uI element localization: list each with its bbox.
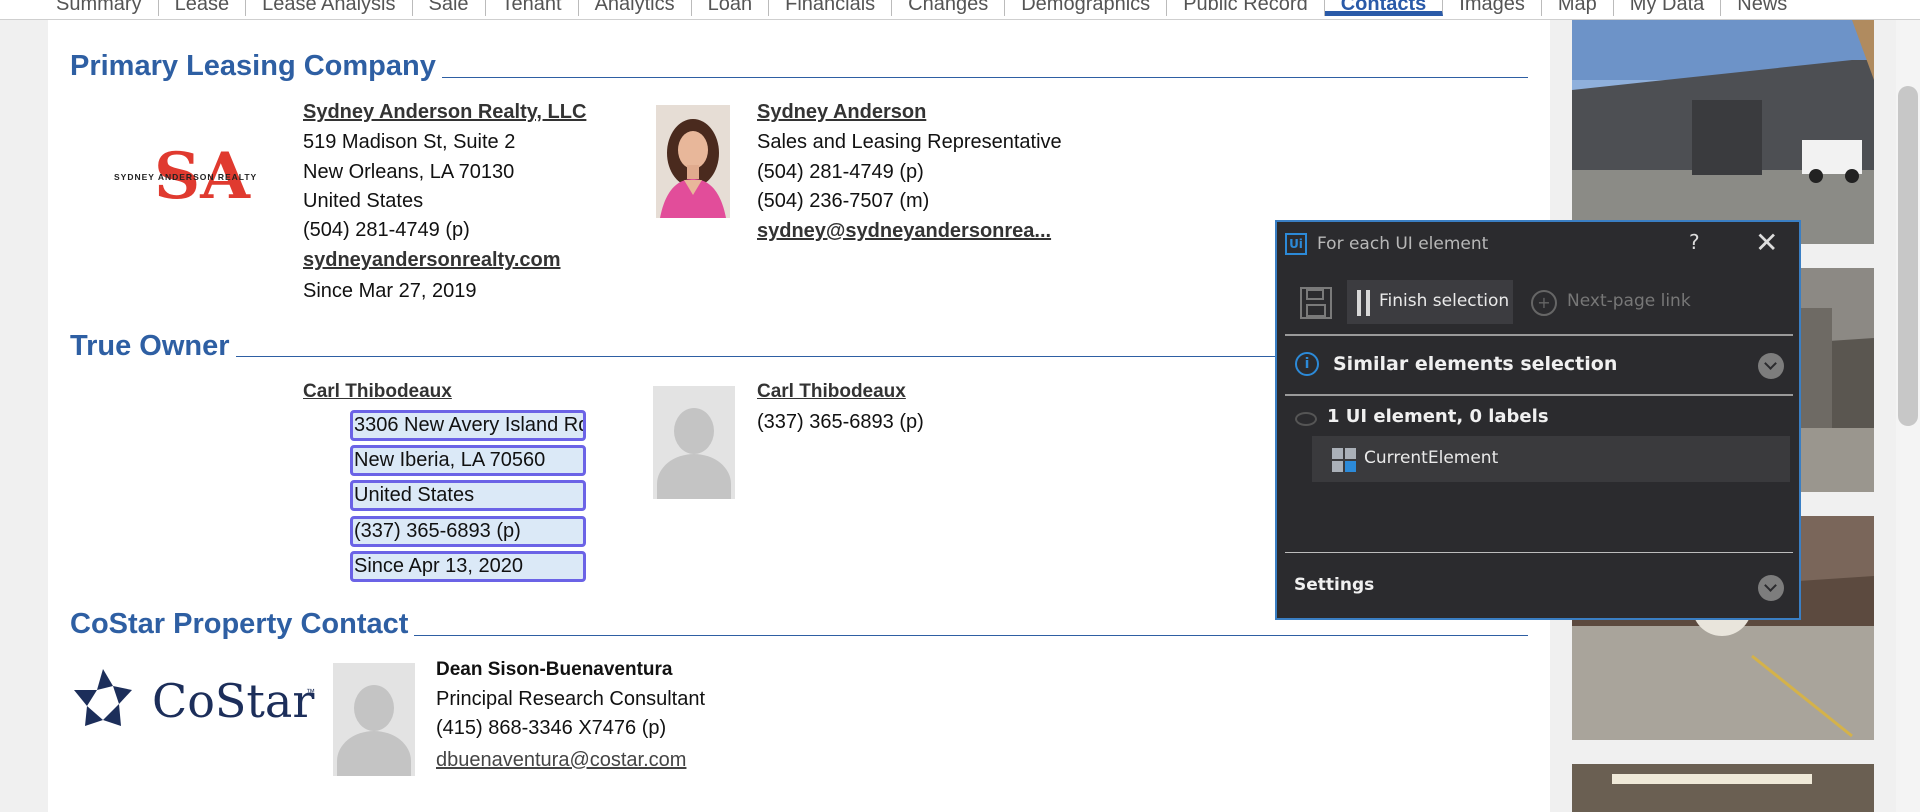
contact-phone-m: (504) 236-7507 (m): [757, 190, 930, 212]
uipath-logo-icon: Ui: [1285, 233, 1307, 255]
section-title-costar-contact: CoStar Property Contact: [70, 608, 409, 640]
dialog-title: For each UI element: [1317, 234, 1489, 254]
nav-tab[interactable]: Loan: [692, 0, 770, 16]
nav-tab[interactable]: Contacts: [1324, 0, 1444, 16]
help-icon[interactable]: ?: [1689, 230, 1700, 254]
nav-tab[interactable]: Changes: [892, 0, 1006, 16]
divider: [1285, 334, 1793, 336]
nav-tab[interactable]: Tenant: [486, 0, 579, 16]
placeholder-avatar: [333, 663, 415, 776]
owner-phone-highlight[interactable]: (337) 365-6893 (p): [350, 516, 586, 547]
section-rule: [414, 635, 1528, 636]
property-photo-4[interactable]: [1572, 764, 1874, 812]
contact-phone-p: (504) 281-4749 (p): [757, 161, 924, 183]
owner-address-1-highlight[interactable]: 3306 New Avery Island Rd: [350, 410, 586, 441]
company-address-1: 519 Madison St, Suite 2: [303, 131, 516, 153]
owner-since-highlight[interactable]: Since Apr 13, 2020: [350, 551, 586, 582]
nav-tab[interactable]: News: [1721, 0, 1803, 16]
section-title-true-owner: True Owner: [70, 330, 230, 362]
nav-tab[interactable]: Public Record: [1167, 0, 1325, 16]
costar-contact-role: Principal Research Consultant: [436, 688, 706, 710]
section-title-primary-leasing: Primary Leasing Company: [70, 50, 436, 82]
section-rule: [442, 77, 1528, 78]
section-rule: [236, 356, 1276, 357]
owner-contact-phone: (337) 365-6893 (p): [757, 411, 924, 433]
nav-tab[interactable]: Summary: [40, 0, 159, 16]
close-icon[interactable]: ✕: [1755, 226, 1778, 259]
divider: [1285, 394, 1793, 396]
nav-tab[interactable]: Map: [1542, 0, 1614, 16]
contact-photo-sydney: [656, 105, 730, 218]
divider: [1285, 552, 1793, 553]
nav-tab[interactable]: Analytics: [579, 0, 692, 16]
element-count-label: 1 UI element, 0 labels: [1327, 406, 1549, 427]
svg-text:SYDNEY ANDERSON REALTY: SYDNEY ANDERSON REALTY: [114, 172, 257, 182]
costar-contact-phone: (415) 868-3346 X7476 (p): [436, 717, 667, 739]
finish-selection-label: Finish selection: [1379, 291, 1510, 311]
svg-text:™: ™: [306, 687, 315, 697]
company-name-link[interactable]: Sydney Anderson Realty, LLC: [303, 101, 586, 123]
nav-tab[interactable]: Sale: [413, 0, 486, 16]
owner-country-highlight[interactable]: United States: [350, 480, 586, 511]
costar-contact-name: Dean Sison-Buenaventura: [436, 659, 673, 680]
similar-elements-heading: Similar elements selection: [1333, 353, 1618, 375]
chevron-down-icon[interactable]: [1758, 575, 1784, 601]
company-address-2: New Orleans, LA 70130: [303, 161, 515, 183]
property-photo-1[interactable]: [1572, 20, 1874, 244]
owner-address-2-highlight[interactable]: New Iberia, LA 70560: [350, 445, 586, 476]
eye-icon[interactable]: [1295, 412, 1317, 426]
contact-name-link[interactable]: Sydney Anderson: [757, 101, 926, 123]
page-scrollbar-thumb[interactable]: [1898, 86, 1918, 426]
finish-selection-button[interactable]: Finish selection: [1347, 280, 1513, 324]
costar-logo: CoStar ™: [70, 665, 320, 735]
pause-icon: [1357, 290, 1371, 316]
settings-label: Settings: [1294, 575, 1375, 595]
nav-tab[interactable]: Financials: [769, 0, 893, 16]
contact-title: Sales and Leasing Representative: [757, 131, 1062, 153]
top-nav: Summary Lease Lease Analysis Sale Tenant Anal…: [0, 0, 1920, 20]
svg-text:CoStar: CoStar: [152, 674, 314, 728]
company-country: United States: [303, 190, 424, 212]
owner-contact-name-link[interactable]: Carl Thibodeaux: [757, 381, 906, 402]
costar-contact-email-link[interactable]: dbuenaventura@costar.com: [436, 749, 686, 771]
nav-tab[interactable]: Demographics: [1005, 0, 1168, 16]
next-page-link-label: Next-page link: [1567, 291, 1691, 311]
company-website-link[interactable]: sydneyandersonrealty.com: [303, 249, 561, 271]
for-each-ui-element-dialog: Ui For each UI element ? ✕ Finish select…: [1275, 220, 1801, 620]
nav-tab[interactable]: Images: [1443, 0, 1542, 16]
info-icon: i: [1295, 352, 1319, 376]
current-element-label: CurrentElement: [1364, 448, 1499, 468]
save-icon[interactable]: [1299, 286, 1333, 320]
nav-tab[interactable]: My Data: [1614, 0, 1722, 16]
nav-tabs: Summary Lease Lease Analysis Sale Tenant Anal…: [40, 0, 1803, 16]
owner-name-link[interactable]: Carl Thibodeaux: [303, 381, 452, 402]
element-grid-icon: [1332, 448, 1356, 472]
contact-email-link[interactable]: sydney@sydneyandersonrea...: [757, 220, 1051, 242]
nav-tab[interactable]: Lease Analysis: [246, 0, 413, 16]
chevron-down-icon[interactable]: [1758, 353, 1784, 379]
company-since: Since Mar 27, 2019: [303, 280, 477, 302]
current-element-item[interactable]: CurrentElement: [1312, 436, 1790, 482]
company-phone: (504) 281-4749 (p): [303, 219, 470, 241]
placeholder-avatar: [653, 386, 735, 499]
nav-tab[interactable]: Lease: [159, 0, 247, 16]
sydney-anderson-logo: SA SYDNEY ANDERSON REALTY: [108, 136, 258, 216]
add-circle-icon: +: [1531, 290, 1557, 316]
